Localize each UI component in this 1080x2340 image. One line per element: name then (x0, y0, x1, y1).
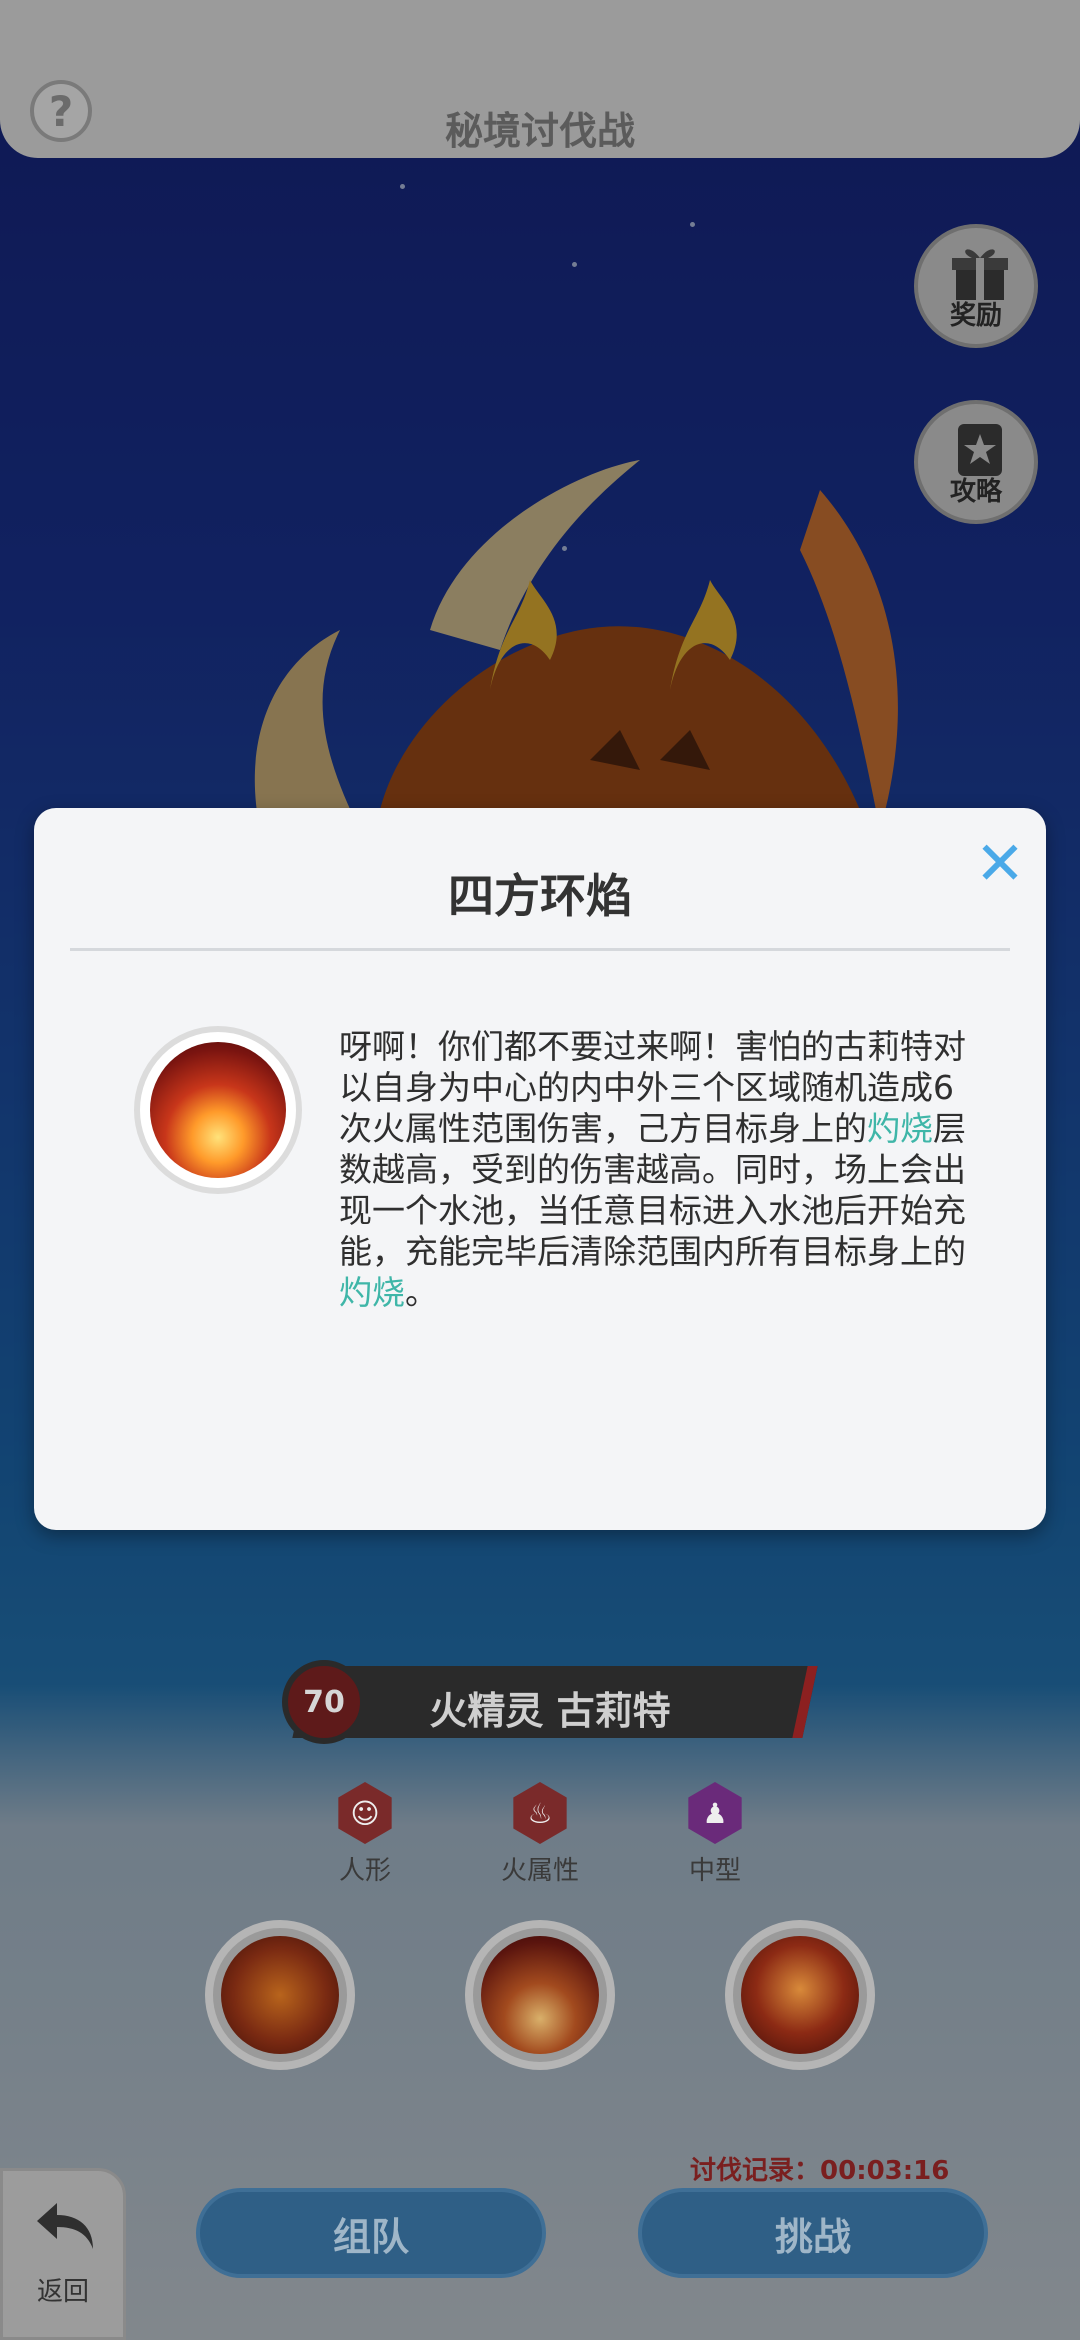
modal-divider (70, 948, 1010, 951)
back-button[interactable]: 返回 (0, 2168, 126, 2340)
medium-size-icon: ♟ (688, 1782, 742, 1844)
challenge-button[interactable]: 挑战 (638, 2188, 988, 2278)
skill-fire-swirl[interactable] (205, 1920, 355, 2070)
back-label: 返回 (36, 2277, 89, 2307)
tag-fire: ♨ 火属性 (470, 1782, 610, 1887)
tag-medium-size: ♟ 中型 (645, 1782, 785, 1887)
fire-icon: ♨ (513, 1782, 567, 1844)
fire-swirl-icon (221, 1936, 339, 2054)
burn-keyword: 灼烧 (867, 1109, 933, 1148)
skill-detail-modal: 四方环焰 ✕ 呀啊！你们都不要过来啊！害怕的古莉特对以自身为中心的内中外三个区域… (34, 808, 1046, 1530)
modal-title: 四方环焰 (448, 869, 632, 923)
skill-fire-pillar[interactable] (465, 1920, 615, 2070)
tag-label: 中型 (688, 1856, 741, 1886)
humanoid-icon: ☺ (338, 1782, 392, 1844)
boss-name: 火精灵 古莉特 (429, 1689, 671, 1733)
rewards-label: 奖励 (949, 301, 1002, 331)
back-arrow-icon (37, 2203, 93, 2249)
skill-description: 呀啊！你们都不要过来啊！害怕的古莉特对以自身为中心的内中外三个区域随机造成6次火… (339, 1026, 979, 1313)
rewards-button[interactable]: 奖励 (914, 224, 1038, 348)
record-label: 讨伐记录： (690, 2156, 821, 2186)
tag-label: 火属性 (500, 1856, 579, 1886)
record-time: 00:03:16 (820, 2156, 950, 2186)
boss-level: 70 (303, 1684, 345, 1720)
clear-record: 讨伐记录：00:03:16 (690, 2150, 949, 2187)
close-icon[interactable]: ✕ (970, 834, 1030, 894)
skill-fire-orbs[interactable] (725, 1920, 875, 2070)
fire-pillar-icon (150, 1042, 286, 1178)
fire-pillar-icon (481, 1936, 599, 2054)
page-title: 秘境讨伐战 (444, 109, 635, 153)
tag-humanoid: ☺ 人形 (295, 1782, 435, 1887)
guide-button[interactable]: 攻略 (914, 400, 1038, 524)
boss-level-badge: 70 (282, 1660, 366, 1744)
desc-text: 。 (405, 1273, 438, 1312)
top-bar: ? 秘境讨伐战 (0, 0, 1080, 158)
tag-label: 人形 (338, 1856, 391, 1886)
fire-orbs-icon (741, 1936, 859, 2054)
modal-skill-icon (134, 1026, 302, 1194)
burn-keyword: 灼烧 (339, 1273, 405, 1312)
team-button[interactable]: 组队 (196, 2188, 546, 2278)
guide-label: 攻略 (949, 477, 1002, 507)
